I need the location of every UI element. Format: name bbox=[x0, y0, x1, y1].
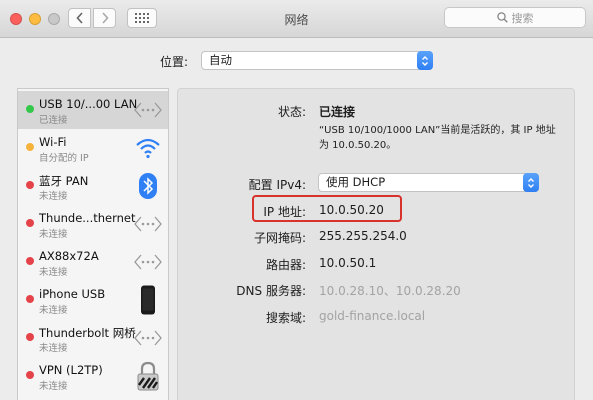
subnet-label-wrap: 子网掩码: bbox=[0, 229, 306, 245]
service-status: 未连接 bbox=[39, 343, 68, 354]
dns-server-label: DNS 服务器: bbox=[236, 284, 306, 298]
status-value: 已连接 bbox=[319, 105, 356, 119]
search-domain-label: 搜索域: bbox=[265, 311, 306, 325]
service-name: VPN (L2TP) bbox=[39, 363, 103, 377]
dns-server-value: 10.0.28.10、10.0.28.20 bbox=[319, 284, 461, 298]
status-dot bbox=[26, 219, 34, 227]
location-stepper bbox=[417, 51, 433, 70]
service-status: 未连接 bbox=[39, 381, 68, 392]
status-label-wrap: 状态: bbox=[0, 103, 306, 119]
vpn-lock-icon bbox=[134, 361, 162, 391]
router-value: 10.0.50.1 bbox=[319, 256, 377, 270]
search-icon bbox=[496, 12, 508, 23]
search-input[interactable]: 搜索 bbox=[444, 7, 586, 28]
status-label: 状态: bbox=[277, 105, 306, 119]
status-dot bbox=[26, 333, 34, 341]
location-value: 自动 bbox=[209, 53, 232, 67]
ipv4-value: 使用 DHCP bbox=[326, 175, 386, 189]
up-down-chevron-icon bbox=[528, 177, 534, 188]
search-domain-value: gold-finance.local bbox=[319, 309, 426, 323]
location-label: 位置: bbox=[160, 55, 189, 69]
wifi-icon bbox=[134, 135, 162, 161]
subnet-mask-label: 子网掩码: bbox=[253, 231, 306, 245]
service-item-wifi[interactable]: Wi-Fi 自分配的 IP bbox=[18, 129, 168, 167]
up-down-chevron-icon bbox=[422, 55, 428, 66]
status-description: “USB 10/100/1000 LAN”当前是活跃的，其 IP 地址为 10.… bbox=[319, 125, 556, 151]
service-name: Wi-Fi bbox=[39, 135, 67, 149]
status-dot bbox=[26, 371, 34, 379]
ipv4-label: 配置 IPv4: bbox=[248, 178, 306, 192]
status-dot bbox=[26, 143, 34, 151]
ethernet-icon bbox=[134, 325, 162, 351]
search-placeholder: 搜索 bbox=[511, 11, 534, 25]
dns-label-wrap: DNS 服务器: bbox=[0, 282, 306, 298]
search-domain-label-wrap: 搜索域: bbox=[0, 309, 306, 325]
service-item-vpn-l2tp[interactable]: VPN (L2TP) 未连接 bbox=[18, 357, 168, 395]
ipv4-label-wrap: 配置 IPv4: bbox=[0, 176, 306, 192]
service-status: 自分配的 IP bbox=[39, 153, 89, 164]
router-label-wrap: 路由器: bbox=[0, 256, 306, 272]
router-label: 路由器: bbox=[265, 258, 306, 272]
ipv4-stepper bbox=[523, 173, 539, 192]
title-bar: 网络 搜索 bbox=[0, 0, 593, 38]
service-name: Thunderbolt 网桥 bbox=[39, 326, 136, 340]
location-select[interactable]: 自动 bbox=[201, 51, 433, 70]
subnet-mask-value: 255.255.254.0 bbox=[319, 229, 407, 243]
ip-address-highlight bbox=[252, 195, 402, 222]
configure-ipv4-select[interactable]: 使用 DHCP bbox=[318, 173, 539, 192]
